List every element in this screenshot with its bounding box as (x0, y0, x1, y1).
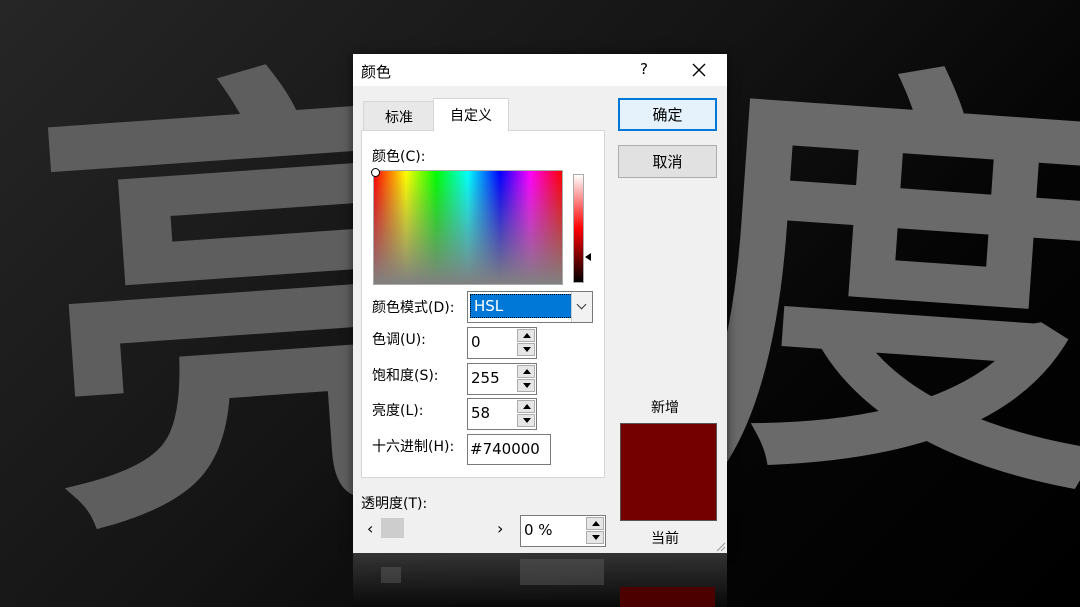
dialog-title: 颜色 (361, 63, 392, 81)
close-button[interactable] (685, 57, 713, 83)
saturation-value[interactable]: 255 (471, 369, 500, 387)
transparency-stepper[interactable]: 0 % (520, 515, 606, 547)
color-spectrum[interactable] (371, 168, 563, 285)
dropdown-button[interactable] (571, 292, 592, 322)
transparency-down-button[interactable] (586, 531, 604, 544)
hue-up-button[interactable] (517, 329, 535, 342)
resize-grip-icon[interactable] (714, 540, 726, 552)
luminance-down-button[interactable] (517, 414, 535, 427)
current-color-label: 当前 (651, 531, 679, 547)
saturation-down-button[interactable] (517, 379, 535, 392)
arrow-down-icon (523, 383, 531, 388)
slider-right-arrow-icon[interactable]: › (497, 519, 503, 538)
dialog-reflection (353, 553, 727, 607)
transparency-value[interactable]: 0 % (524, 521, 553, 539)
color-mode-select[interactable]: HSL (467, 291, 593, 323)
arrow-down-icon (592, 535, 600, 540)
hue-down-button[interactable] (517, 343, 535, 356)
luminance-up-button[interactable] (517, 400, 535, 413)
new-color-label: 新增 (651, 400, 679, 416)
arrow-up-icon (523, 369, 531, 374)
luminance-label: 亮度(L): (372, 403, 424, 419)
transparency-label: 透明度(T): (361, 496, 428, 512)
new-color-swatch (620, 423, 717, 521)
background-character-right: 度 (672, 17, 1080, 552)
arrow-down-icon (523, 418, 531, 423)
arrow-up-icon (523, 333, 531, 338)
transparency-up-button[interactable] (586, 517, 604, 530)
arrow-down-icon (523, 347, 531, 352)
spectrum-crosshair[interactable] (371, 168, 380, 177)
hue-value[interactable]: 0 (471, 333, 481, 351)
hex-label: 十六进制(H): (372, 439, 455, 455)
hue-stepper[interactable]: 0 (467, 327, 537, 359)
reflection-thumb (381, 567, 401, 583)
cancel-button[interactable]: 取消 (618, 145, 717, 178)
saturation-label: 饱和度(S): (372, 368, 439, 384)
color-dialog: 颜色 ? 标准 自定义 颜色(C): 颜色模式(D): HSL 色调(U): 0… (353, 54, 727, 553)
ok-button[interactable]: 确定 (618, 98, 717, 131)
arrow-up-icon (523, 404, 531, 409)
title-bar: 颜色 ? (353, 54, 727, 86)
colors-label: 颜色(C): (372, 149, 426, 165)
luminance-stepper[interactable]: 58 (467, 398, 537, 430)
luminance-value[interactable]: 58 (471, 404, 490, 422)
tab-custom[interactable]: 自定义 (433, 98, 509, 132)
hex-input[interactable]: #740000 (467, 434, 551, 465)
tab-standard[interactable]: 标准 (363, 101, 435, 131)
chevron-down-icon (576, 299, 587, 310)
arrow-up-icon (592, 521, 600, 526)
luminance-slider[interactable] (573, 174, 584, 283)
reflection-stepper (520, 559, 604, 585)
color-mode-value: HSL (470, 294, 575, 318)
hue-label: 色调(U): (372, 332, 426, 348)
color-mode-label: 颜色模式(D): (372, 300, 455, 316)
saturation-stepper[interactable]: 255 (467, 363, 537, 395)
transparency-slider[interactable]: ‹ › (361, 515, 511, 539)
help-button[interactable]: ? (634, 60, 654, 78)
close-icon (692, 63, 706, 77)
slider-left-arrow-icon[interactable]: ‹ (367, 519, 373, 538)
luminance-arrow-icon[interactable] (585, 253, 591, 261)
slider-thumb[interactable] (381, 518, 404, 538)
reflection-swatch (620, 587, 715, 607)
saturation-up-button[interactable] (517, 365, 535, 378)
